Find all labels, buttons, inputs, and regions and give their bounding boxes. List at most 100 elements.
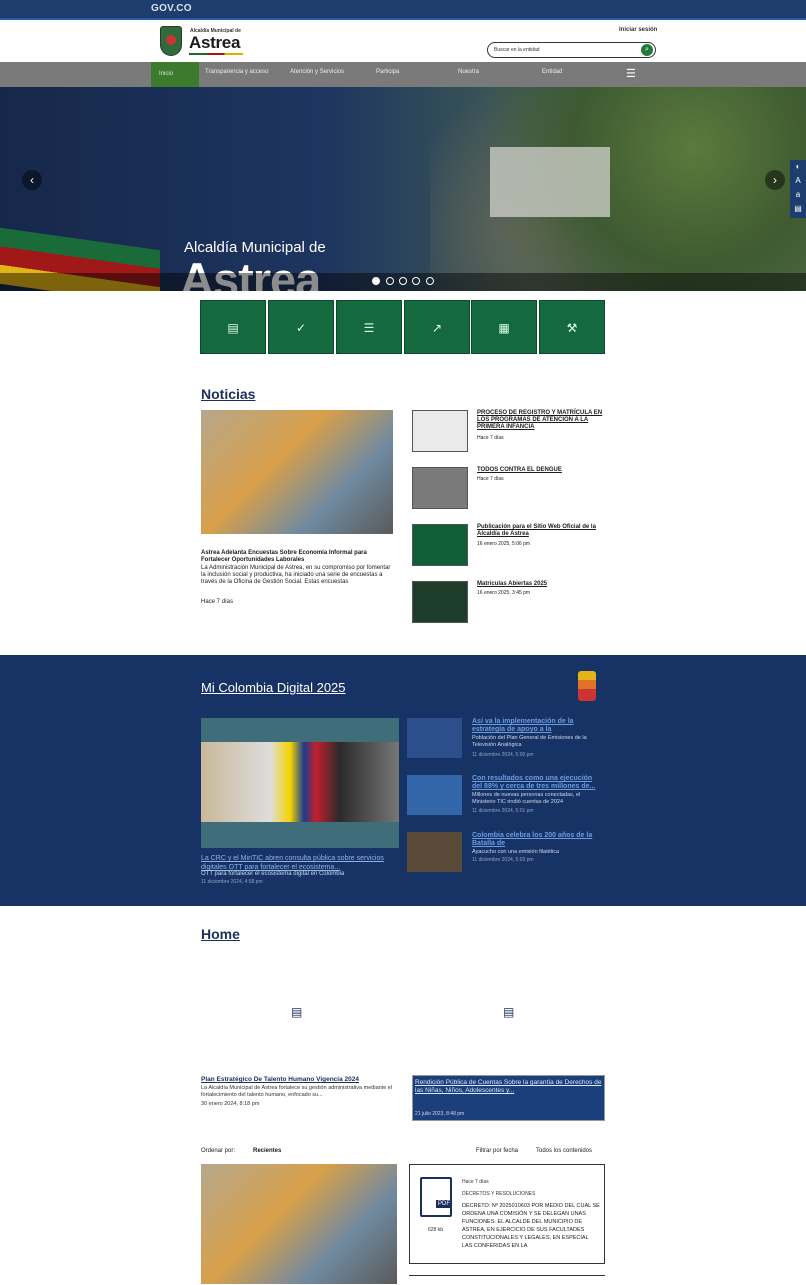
- news-thumb-1[interactable]: [412, 410, 468, 452]
- mcd-main-image[interactable]: [201, 718, 399, 848]
- contrast-icon[interactable]: ◐: [790, 160, 806, 174]
- carousel-dot-4[interactable]: [412, 277, 420, 285]
- news-thumb-4[interactable]: [412, 581, 468, 623]
- form-icon: ☰: [363, 321, 375, 335]
- chevron-right-icon[interactable]: ›: [765, 170, 785, 190]
- document-icon[interactable]: ▤: [291, 1005, 302, 1019]
- featured-image[interactable]: [201, 1164, 397, 1284]
- search-box[interactable]: Buscar en la entidad ⌕: [487, 42, 656, 58]
- accessibility-toolbar: ◐ A a ▤: [790, 160, 806, 218]
- filter-content-select[interactable]: Todos los contenidos: [536, 1148, 592, 1154]
- mcd-main-sub: OTT para fortalecer el ecosistema digita…: [201, 871, 345, 877]
- nav-item-participa[interactable]: Participa: [376, 69, 399, 75]
- doc-time: 30 enero 2024, 8:18 pm: [201, 1101, 260, 1107]
- home-section-title[interactable]: Home: [201, 926, 240, 942]
- gov-bar: GOV.CO: [0, 0, 806, 20]
- carousel-dot-2[interactable]: [386, 277, 394, 285]
- pdf-description: DECRETO: Nº 2025010603 POR MEDIO DEL CUA…: [462, 1203, 600, 1249]
- quick-link-chart[interactable]: ↗: [404, 300, 470, 354]
- hero-carousel: Alcaldía Municipal de Astrea ‹ ›: [0, 87, 806, 291]
- govco-logo[interactable]: GOV.CO: [151, 3, 192, 14]
- news-item-title[interactable]: Matrículas Abiertas 2025: [477, 581, 605, 588]
- mcd-item-time: 11 diciembre 2024, 5:03 pm: [472, 857, 534, 863]
- pdf-category: DECRETOS Y RESOLUCIONES: [462, 1191, 536, 1197]
- news-main-body: La Administración Municipal de Astrea, e…: [201, 565, 391, 585]
- hammer-icon: ⚒: [566, 321, 578, 335]
- nav-item-transparencia[interactable]: Transparencia y acceso: [205, 69, 277, 75]
- quick-link-calendar[interactable]: ▦: [471, 300, 537, 354]
- carousel-dot-3[interactable]: [399, 277, 407, 285]
- pdf-size: 628 kb: [428, 1227, 444, 1233]
- news-item-title[interactable]: Publicación para el Sitio Web Oficial de…: [477, 524, 605, 538]
- carousel-dot-5[interactable]: [426, 277, 434, 285]
- quick-link-check[interactable]: ✓: [268, 300, 334, 354]
- mcd-item-time: 11 diciembre 2024, 5:00 pm: [472, 752, 534, 758]
- font-icon[interactable]: a: [790, 188, 806, 202]
- doc-title[interactable]: Plan Estratégico De Talento Humano Vigen…: [201, 1076, 393, 1084]
- quick-link-hammer[interactable]: ⚒: [539, 300, 605, 354]
- sort-label: Ordenar por:: [201, 1148, 236, 1154]
- calendar-icon: ▦: [498, 321, 510, 335]
- text-size-icon[interactable]: A: [790, 174, 806, 188]
- brand-flag-line: [189, 53, 243, 55]
- pdf-card[interactable]: PDF 628 kb Hace 7 días DECRETOS Y RESOLU…: [409, 1164, 605, 1264]
- mintic-logo-icon: [578, 671, 596, 701]
- chart-icon: ↗: [431, 321, 443, 335]
- mcd-item-title[interactable]: Con resultados como una ejecución del 88…: [472, 775, 604, 791]
- nav-item-entidad[interactable]: Entidad: [542, 69, 562, 75]
- news-main-time: Hace 7 días: [201, 599, 234, 605]
- document-icon: ▤: [227, 321, 239, 335]
- menu-icon[interactable]: ☰: [626, 69, 636, 80]
- translate-icon[interactable]: ▤: [790, 202, 806, 216]
- mcd-item-sub: Millones de nuevas personas conectadas, …: [472, 792, 581, 805]
- pdf-card-next[interactable]: [409, 1275, 605, 1285]
- doc-body: La Alcaldía Municipal de Astrea fortalec…: [201, 1085, 393, 1098]
- news-item-time: Hace 7 días: [477, 435, 504, 441]
- crest-icon[interactable]: [160, 26, 182, 56]
- login-link[interactable]: Iniciar sesión: [619, 27, 657, 33]
- doc-time: 21 julio 2023, 8:48 pm: [415, 1111, 465, 1117]
- mcd-main-time: 11 diciembre 2024, 4:58 pm: [201, 879, 263, 885]
- mcd-main-title[interactable]: La CRC y el MinTIC abren consulta públic…: [201, 854, 399, 872]
- hero-background: [430, 87, 806, 291]
- mcd-item-sub: Ayacucho con una emisión filatélica: [472, 849, 560, 855]
- news-thumb-2[interactable]: [412, 467, 468, 509]
- mcd-main-photo: [201, 742, 399, 822]
- doc-title[interactable]: Rendición Pública de Cuentas Sobre la ga…: [415, 1079, 603, 1095]
- mcd-thumb-1[interactable]: [407, 718, 462, 758]
- nav-item-atencion[interactable]: Atención y Servicios: [290, 69, 362, 75]
- news-main-title[interactable]: Astrea Adelanta Encuestas Sobre Economía…: [201, 550, 391, 564]
- news-thumb-3[interactable]: [412, 524, 468, 566]
- filter-date-select[interactable]: Filtrar por fecha: [476, 1148, 518, 1154]
- nav-home[interactable]: Inicio: [151, 62, 199, 87]
- search-input[interactable]: Buscar en la entidad: [494, 47, 540, 53]
- news-item-time: Hace 7 días: [477, 476, 504, 482]
- quick-link-form[interactable]: ☰: [336, 300, 402, 354]
- mcd-item-title[interactable]: Colombia celebra los 200 años de la Bata…: [472, 832, 604, 848]
- search-icon[interactable]: ⌕: [641, 44, 653, 56]
- news-section-title[interactable]: Noticias: [201, 386, 255, 402]
- chevron-left-icon[interactable]: ‹: [22, 170, 42, 190]
- document-icon[interactable]: ▤: [503, 1005, 514, 1019]
- pdf-time: Hace 7 días: [462, 1179, 489, 1185]
- sort-select[interactable]: Recientes: [253, 1148, 281, 1154]
- news-item-title[interactable]: PROCESO DE REGISTRO Y MATRÍCULA EN LOS P…: [477, 410, 605, 431]
- nav-item-nuestra[interactable]: Nuestra: [458, 69, 479, 75]
- mcd-item-time: 11 diciembre 2024, 5:01 pm: [472, 808, 534, 814]
- mcd-title[interactable]: Mi Colombia Digital 2025: [201, 680, 346, 695]
- news-item-title[interactable]: TODOS CONTRA EL DENGUE: [477, 467, 605, 474]
- carousel-dot-1[interactable]: [372, 277, 380, 285]
- news-main-image[interactable]: [201, 410, 393, 534]
- pdf-file-icon[interactable]: PDF: [420, 1177, 452, 1217]
- doc-card-highlight[interactable]: Rendición Pública de Cuentas Sobre la ga…: [412, 1075, 605, 1121]
- check-icon: ✓: [295, 321, 307, 335]
- mcd-thumb-2[interactable]: [407, 775, 462, 815]
- brand-title[interactable]: Astrea: [189, 33, 240, 53]
- main-nav: Inicio Transparencia y acceso Atención y…: [0, 62, 806, 87]
- pdf-label: PDF: [436, 1200, 452, 1208]
- news-item-time: 16 enero 2025, 3:45 pm: [477, 590, 531, 596]
- quick-link-document[interactable]: ▤: [200, 300, 266, 354]
- mcd-item-title[interactable]: Así va la implementación de la estrategi…: [472, 718, 604, 734]
- mcd-thumb-3[interactable]: [407, 832, 462, 872]
- hero-building: [490, 147, 610, 217]
